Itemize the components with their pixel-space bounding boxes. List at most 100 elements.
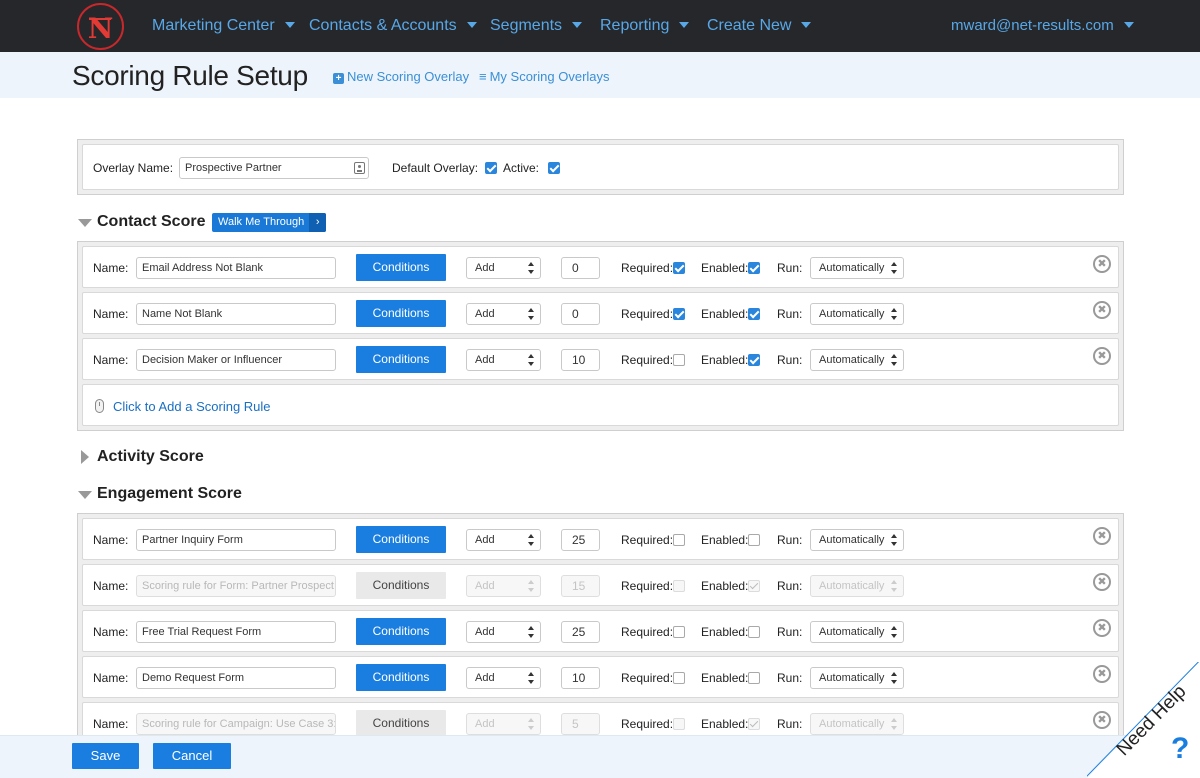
walk-me-through-button[interactable]: Walk Me Through › (212, 213, 327, 232)
netresults-logo[interactable]: N (77, 3, 124, 50)
cancel-button[interactable]: Cancel (153, 743, 231, 769)
required-checkbox (673, 580, 685, 592)
nav-marketing-center[interactable]: Marketing Center (152, 0, 295, 52)
conditions-button[interactable]: Conditions (356, 300, 446, 327)
rule-name-input[interactable]: Partner Inquiry Form (136, 529, 336, 551)
enabled-checkbox[interactable] (748, 354, 760, 366)
collapse-triangle-icon[interactable] (78, 219, 92, 227)
delete-rule-icon[interactable]: ✖ (1093, 573, 1111, 591)
chevron-down-icon (801, 21, 812, 28)
operation-select[interactable]: Add (466, 303, 541, 325)
default-overlay-checkbox[interactable] (485, 162, 497, 174)
active-checkbox[interactable] (548, 162, 560, 174)
required-checkbox[interactable] (673, 262, 685, 274)
operation-select[interactable]: Add (466, 349, 541, 371)
select-arrows-icon (528, 718, 534, 730)
points-input[interactable]: 0 (561, 257, 600, 279)
points-input[interactable]: 10 (561, 349, 600, 371)
run-label: Run: (777, 261, 803, 275)
delete-rule-icon[interactable]: ✖ (1093, 619, 1111, 637)
rule-name-value: Email Address Not Blank (142, 262, 264, 274)
required-label: Required: (621, 717, 674, 731)
user-menu[interactable]: mward@net-results.com (951, 0, 1134, 52)
overlay-name-input[interactable]: Prospective Partner (179, 157, 369, 179)
points-input[interactable]: 0 (561, 303, 600, 325)
required-checkbox[interactable] (673, 534, 685, 546)
delete-rule-icon[interactable]: ✖ (1093, 255, 1111, 273)
rule-name-input[interactable]: Decision Maker or Influencer (136, 349, 336, 371)
conditions-button[interactable]: Conditions (356, 346, 446, 373)
conditions-button[interactable]: Conditions (356, 254, 446, 281)
chevron-down-icon (284, 21, 295, 28)
enabled-label: Enabled: (701, 533, 749, 547)
rule-name-input[interactable]: Demo Request Form (136, 667, 336, 689)
conditions-button[interactable]: Conditions (356, 618, 446, 645)
conditions-button[interactable]: Conditions (356, 572, 446, 599)
collapse-triangle-icon[interactable] (78, 491, 92, 499)
run-select[interactable]: Automatically (810, 257, 904, 279)
operation-select[interactable]: Add (466, 529, 541, 551)
scoring-rule-row: Name: Partner Inquiry Form Conditions Ad… (82, 518, 1119, 560)
conditions-button[interactable]: Conditions (356, 526, 446, 553)
save-button[interactable]: Save (72, 743, 139, 769)
enabled-checkbox (748, 718, 760, 730)
need-help-tab[interactable]: Need Help ? (1087, 662, 1200, 778)
run-select[interactable]: Automatically (810, 349, 904, 371)
run-select[interactable]: Automatically (810, 529, 904, 551)
expand-triangle-icon[interactable] (81, 450, 89, 464)
conditions-button[interactable]: Conditions (356, 664, 446, 691)
select-arrows-icon (528, 580, 534, 592)
nav-contacts-accounts[interactable]: Contacts & Accounts (309, 0, 477, 52)
new-overlay-link[interactable]: + New Scoring Overlay (333, 69, 469, 84)
enabled-checkbox[interactable] (748, 308, 760, 320)
operation-value: Add (475, 718, 495, 730)
enabled-checkbox[interactable] (748, 626, 760, 638)
enabled-label: Enabled: (701, 261, 749, 275)
nav-reporting[interactable]: Reporting (600, 0, 690, 52)
points-input[interactable]: 10 (561, 667, 600, 689)
operation-value: Add (475, 672, 495, 684)
chevron-down-icon (466, 21, 477, 28)
nav-label: Marketing Center (152, 17, 275, 34)
enabled-label: Enabled: (701, 307, 749, 321)
points-input[interactable]: 25 (561, 621, 600, 643)
nav-create-new[interactable]: Create New (707, 0, 812, 52)
enabled-checkbox[interactable] (748, 262, 760, 274)
select-arrows-icon (528, 308, 534, 320)
operation-value: Add (475, 262, 495, 274)
enabled-checkbox[interactable] (748, 672, 760, 684)
question-mark-icon: ? (1171, 732, 1190, 765)
rule-name-input[interactable]: Email Address Not Blank (136, 257, 336, 279)
scoring-rule-row: Name: Scoring rule for Form: Partner Pro… (82, 564, 1119, 606)
top-nav: N Marketing Center Contacts & Accounts S… (0, 0, 1200, 52)
required-checkbox[interactable] (673, 672, 685, 684)
required-checkbox[interactable] (673, 354, 685, 366)
scoring-rule-row: Name: Decision Maker or Influencer Condi… (82, 338, 1119, 380)
points-input[interactable]: 25 (561, 529, 600, 551)
operation-select[interactable]: Add (466, 667, 541, 689)
scoring-rule-row: Name: Free Trial Request Form Conditions… (82, 610, 1119, 652)
engagement-score-heading: Engagement Score (97, 485, 242, 502)
required-checkbox[interactable] (673, 626, 685, 638)
run-select[interactable]: Automatically (810, 667, 904, 689)
run-value: Automatically (819, 308, 885, 320)
my-overlays-link[interactable]: ≡ My Scoring Overlays (479, 69, 610, 84)
rule-name-label: Name: (93, 261, 129, 275)
run-select[interactable]: Automatically (810, 621, 904, 643)
add-scoring-rule-row[interactable]: Click to Add a Scoring Rule (82, 384, 1119, 426)
run-select[interactable]: Automatically (810, 303, 904, 325)
overlay-name-value: Prospective Partner (185, 162, 282, 174)
add-scoring-rule-link[interactable]: Click to Add a Scoring Rule (113, 399, 271, 414)
operation-select[interactable]: Add (466, 257, 541, 279)
enabled-checkbox (748, 580, 760, 592)
delete-rule-icon[interactable]: ✖ (1093, 527, 1111, 545)
rule-name-input[interactable]: Name Not Blank (136, 303, 336, 325)
nav-segments[interactable]: Segments (490, 0, 583, 52)
enabled-checkbox[interactable] (748, 534, 760, 546)
conditions-button[interactable]: Conditions (356, 710, 446, 737)
operation-select[interactable]: Add (466, 621, 541, 643)
delete-rule-icon[interactable]: ✖ (1093, 301, 1111, 319)
required-checkbox[interactable] (673, 308, 685, 320)
delete-rule-icon[interactable]: ✖ (1093, 347, 1111, 365)
rule-name-input[interactable]: Free Trial Request Form (136, 621, 336, 643)
